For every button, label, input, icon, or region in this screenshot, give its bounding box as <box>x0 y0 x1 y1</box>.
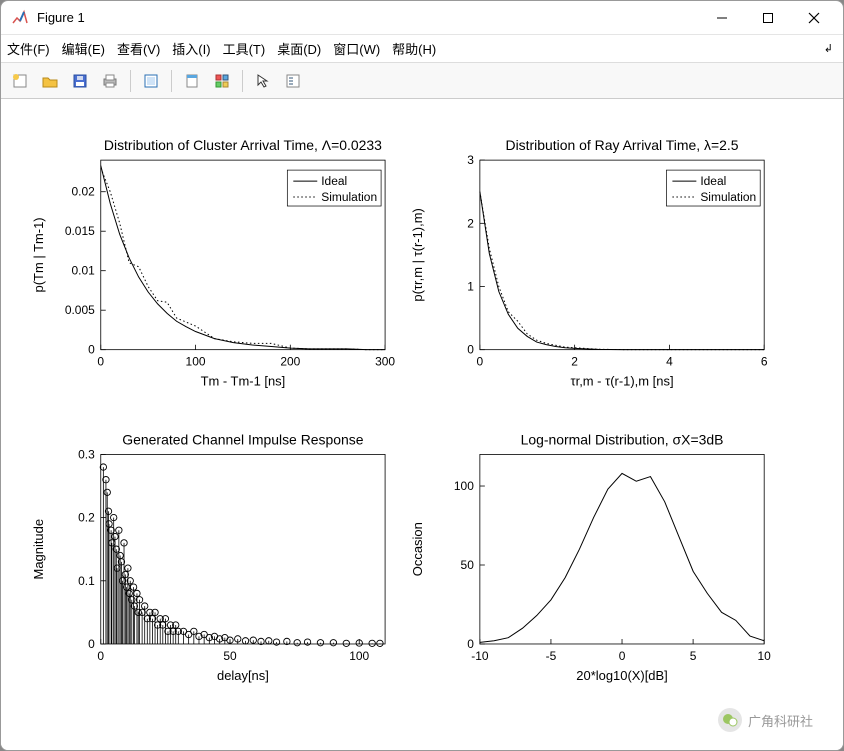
watermark-text: 广角科研社 <box>748 711 813 730</box>
save-button[interactable] <box>67 68 93 94</box>
svg-text:100: 100 <box>454 479 474 493</box>
svg-text:0: 0 <box>477 355 484 369</box>
svg-text:0: 0 <box>88 343 95 357</box>
svg-text:0.1: 0.1 <box>78 574 95 588</box>
svg-text:0: 0 <box>467 637 474 651</box>
svg-text:0.3: 0.3 <box>78 447 95 461</box>
svg-text:3: 3 <box>467 153 474 167</box>
svg-text:0.015: 0.015 <box>65 224 95 238</box>
svg-text:0: 0 <box>97 649 104 663</box>
svg-text:0.2: 0.2 <box>78 511 95 525</box>
menu-bar: 文件(F) 编辑(E) 查看(V) 插入(I) 工具(T) 桌面(D) 窗口(W… <box>1 35 843 63</box>
svg-text:Log-normal Distribution, σX=3d: Log-normal Distribution, σX=3dB <box>521 431 724 447</box>
svg-text:100: 100 <box>349 649 369 663</box>
svg-text:Simulation: Simulation <box>321 190 377 204</box>
menu-help[interactable]: 帮助(H) <box>392 39 436 58</box>
svg-text:Magnitude: Magnitude <box>31 519 46 579</box>
menu-insert[interactable]: 插入(I) <box>172 39 210 58</box>
property-editor-button[interactable] <box>209 68 235 94</box>
menu-view[interactable]: 查看(V) <box>117 39 160 58</box>
insert-legend-button[interactable] <box>280 68 306 94</box>
toolbar <box>1 63 843 99</box>
svg-text:20*log10(X)[dB]: 20*log10(X)[dB] <box>576 668 667 683</box>
toolbar-overflow-icon[interactable]: ↲ <box>824 42 833 55</box>
svg-text:Generated Channel Impulse Resp: Generated Channel Impulse Response <box>122 431 363 447</box>
menu-edit[interactable]: 编辑(E) <box>62 39 105 58</box>
svg-text:10: 10 <box>758 649 772 663</box>
svg-text:-10: -10 <box>471 649 489 663</box>
svg-text:2: 2 <box>571 355 578 369</box>
svg-text:0.01: 0.01 <box>71 264 95 278</box>
figure-window: Figure 1 文件(F) 编辑(E) 查看(V) 插入(I) 工具(T) 桌… <box>0 0 844 751</box>
wechat-icon <box>718 708 742 732</box>
svg-text:0.02: 0.02 <box>71 185 95 199</box>
menu-tools[interactable]: 工具(T) <box>223 39 266 58</box>
svg-text:Simulation: Simulation <box>700 190 756 204</box>
arrow-tool-button[interactable] <box>250 68 276 94</box>
svg-text:p(Tm | Tm-1): p(Tm | Tm-1) <box>31 217 46 292</box>
svg-text:50: 50 <box>461 558 475 572</box>
svg-text:0: 0 <box>88 637 95 651</box>
toolbar-separator <box>130 70 131 92</box>
svg-text:50: 50 <box>223 649 237 663</box>
watermark: 广角科研社 <box>718 708 813 732</box>
svg-text:4: 4 <box>666 355 673 369</box>
svg-text:-5: -5 <box>546 649 557 663</box>
edit-plot-button[interactable] <box>179 68 205 94</box>
svg-text:Tm - Tm-1 [ns]: Tm - Tm-1 [ns] <box>201 374 286 389</box>
print-button[interactable] <box>97 68 123 94</box>
svg-text:1: 1 <box>467 279 474 293</box>
window-title: Figure 1 <box>37 10 85 25</box>
svg-text:Distribution of Ray Arrival Ti: Distribution of Ray Arrival Time, λ=2.5 <box>506 137 739 153</box>
svg-text:0.005: 0.005 <box>65 303 95 317</box>
svg-text:6: 6 <box>761 355 768 369</box>
svg-text:300: 300 <box>375 355 395 369</box>
menu-window[interactable]: 窗口(W) <box>333 39 380 58</box>
titlebar: Figure 1 <box>1 1 843 35</box>
minimize-button[interactable] <box>699 3 745 33</box>
open-button[interactable] <box>37 68 63 94</box>
menu-file[interactable]: 文件(F) <box>7 39 50 58</box>
maximize-button[interactable] <box>745 3 791 33</box>
menu-desktop[interactable]: 桌面(D) <box>277 39 321 58</box>
svg-text:200: 200 <box>280 355 300 369</box>
svg-text:5: 5 <box>690 649 697 663</box>
toolbar-separator <box>171 70 172 92</box>
figure-canvas: 010020030000.0050.010.0150.02Distributio… <box>1 99 843 750</box>
svg-text:Distribution of Cluster Arriva: Distribution of Cluster Arrival Time, Λ=… <box>104 137 382 153</box>
new-figure-button[interactable] <box>7 68 33 94</box>
window-controls <box>699 3 837 33</box>
svg-text:Ideal: Ideal <box>700 174 726 188</box>
svg-text:0: 0 <box>619 649 626 663</box>
svg-text:100: 100 <box>186 355 206 369</box>
svg-text:0: 0 <box>97 355 104 369</box>
svg-text:Occasion: Occasion <box>410 522 425 576</box>
plot-svg: 010020030000.0050.010.0150.02Distributio… <box>1 99 843 750</box>
svg-text:p(τr,m | τ(r-1),m): p(τr,m | τ(r-1),m) <box>410 208 425 301</box>
svg-text:0: 0 <box>467 343 474 357</box>
matlab-icon <box>11 9 29 27</box>
toolbar-separator <box>242 70 243 92</box>
close-button[interactable] <box>791 3 837 33</box>
svg-text:τr,m - τ(r-1),m [ns]: τr,m - τ(r-1),m [ns] <box>570 374 673 389</box>
svg-text:2: 2 <box>467 216 474 230</box>
print-preview-button[interactable] <box>138 68 164 94</box>
svg-text:Ideal: Ideal <box>321 174 347 188</box>
svg-text:delay[ns]: delay[ns] <box>217 668 269 683</box>
